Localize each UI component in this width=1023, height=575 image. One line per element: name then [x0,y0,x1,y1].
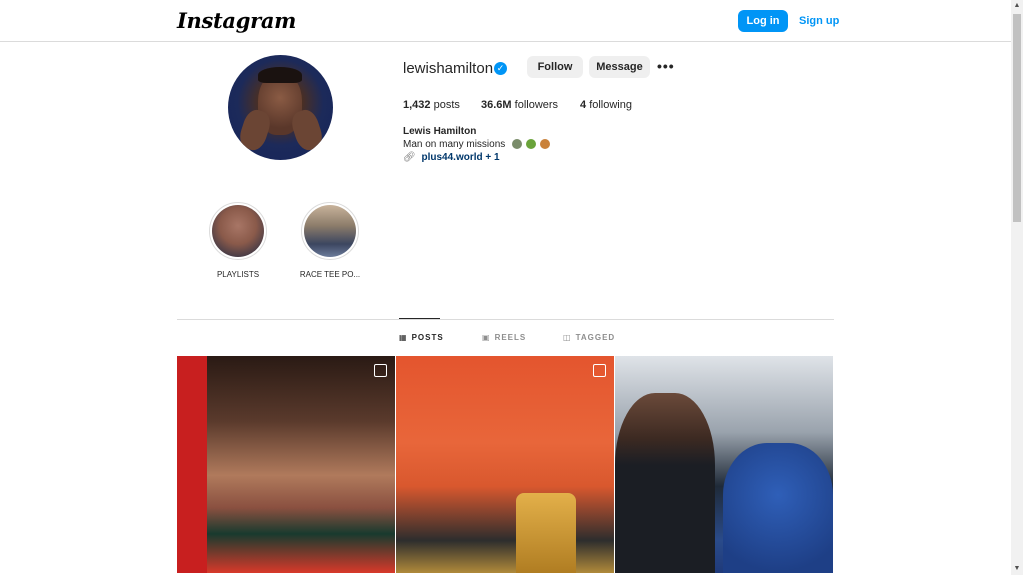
post-image-detail [615,393,715,573]
tab-tagged-label: TAGGED [575,333,616,342]
tab-tagged[interactable]: ◫ TAGGED [563,333,615,342]
active-tab-indicator [399,318,440,319]
profile-link-extra[interactable]: + 1 [485,152,499,163]
scroll-thumb[interactable] [1013,14,1021,222]
profile-avatar[interactable] [228,55,333,160]
scroll-up-arrow-icon[interactable]: ▲ [1011,0,1023,12]
posts-count-label: posts [433,99,460,111]
tab-reels-label: REELS [494,333,527,342]
highlight-ring [209,202,267,260]
profile-bio: Man on many missions [403,139,550,150]
victory-hand-emoji-icon [539,139,550,150]
posts-count-value: 1,432 [403,99,431,111]
tab-posts-label: POSTS [411,333,444,342]
profile-full-name: Lewis Hamilton [403,126,477,137]
following-count-value: 4 [580,99,587,111]
vertical-scrollbar[interactable]: ▲ ▼ [1011,0,1023,575]
post-image-detail [723,443,833,573]
followers-count-label: followers [514,99,559,111]
profile-link-text[interactable]: plus44.world [421,152,482,163]
followers-count[interactable]: 36.6M followers [481,99,558,111]
following-count[interactable]: 4 following [580,99,632,111]
link-icon: 🔗︎ [403,152,416,163]
follow-button[interactable]: Follow [527,56,583,78]
post-thumbnail[interactable] [615,356,833,573]
highlight-cover-image [304,205,356,257]
message-button[interactable]: Message [589,56,650,78]
post-thumbnail[interactable] [177,356,395,573]
profile-username: lewishamilton [403,60,494,77]
tab-reels[interactable]: ▣ REELS [482,333,526,342]
top-navbar: Instagram Log in Sign up [0,0,1011,42]
posts-count: 1,432 posts [403,99,460,111]
reels-icon: ▣ [482,333,491,342]
avatar-hand-right [288,106,326,154]
profile-link[interactable]: 🔗︎ plus44.world + 1 [403,152,500,163]
highlight-race-tee[interactable]: RACE TEE PO... [290,202,370,279]
following-count-label: following [589,99,632,111]
followers-count-value: 36.6M [481,99,512,111]
tab-posts[interactable]: ▦ POSTS [399,333,444,342]
highlight-label: PLAYLISTS [216,270,260,279]
tagged-icon: ◫ [563,333,572,342]
scroll-down-arrow-icon[interactable]: ▼ [1011,563,1023,575]
ufo-emoji-icon [512,139,523,150]
post-thumbnail[interactable] [396,356,614,573]
instagram-logo[interactable]: Instagram [177,8,296,33]
post-image-detail [516,493,576,573]
post-image-detail [177,356,207,573]
login-button[interactable]: Log in [738,10,788,32]
bio-emojis [511,139,550,150]
highlight-cover-image [212,205,264,257]
carousel-icon [593,364,606,377]
more-options-icon[interactable]: ••• [657,58,675,74]
tabs-divider [177,319,834,320]
highlight-label: RACE TEE PO... [299,270,361,279]
verified-badge-icon: ✓ [494,62,507,75]
highlight-ring [301,202,359,260]
signup-link[interactable]: Sign up [799,15,839,27]
bio-text: Man on many missions [403,139,506,151]
avatar-hair [258,67,302,83]
grid-icon: ▦ [399,333,408,342]
sprout-emoji-icon [525,139,536,150]
carousel-icon [374,364,387,377]
highlight-playlists[interactable]: PLAYLISTS [198,202,278,279]
